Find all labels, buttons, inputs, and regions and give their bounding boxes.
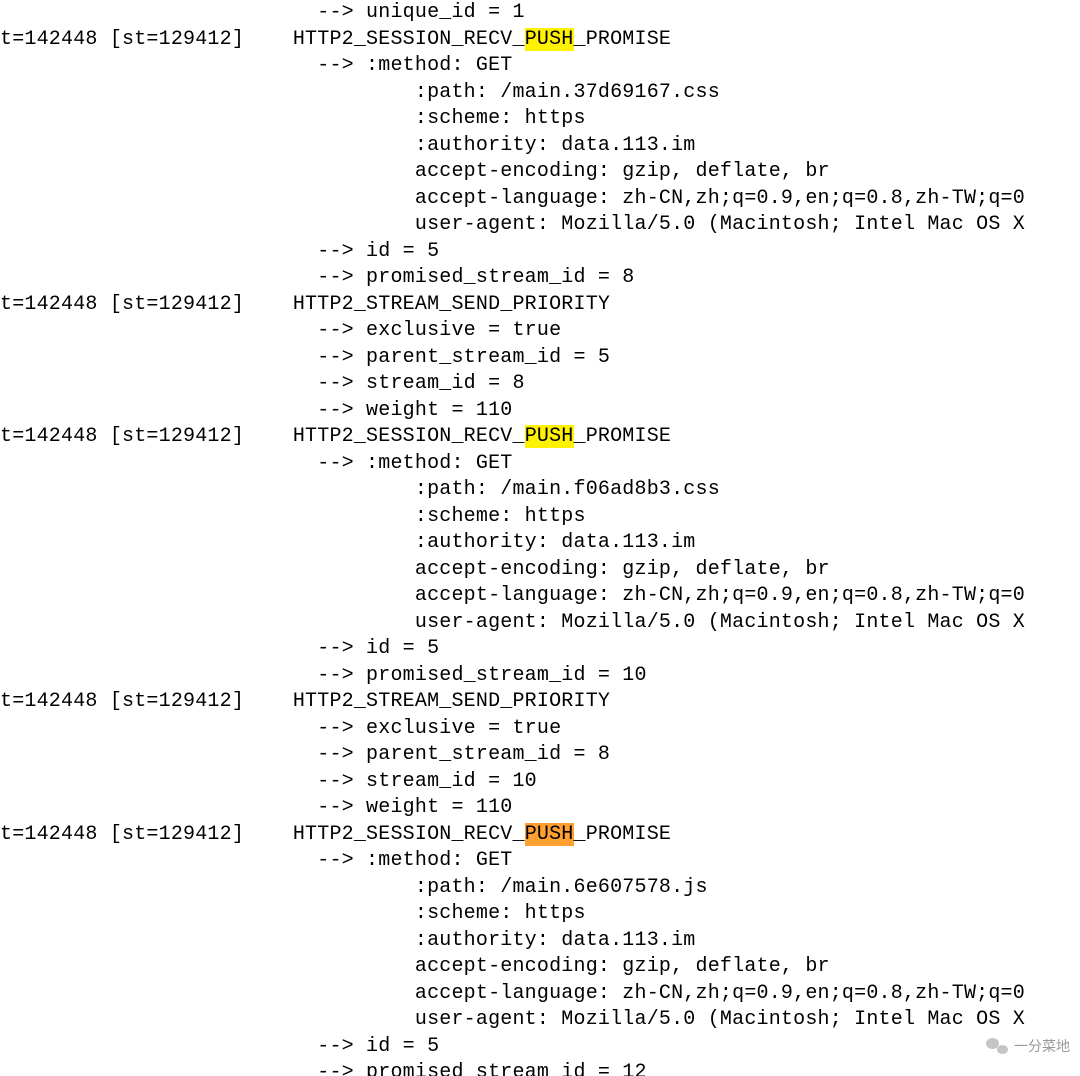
event-title-line: t=142448 [st=129412] HTTP2_SESSION_RECV_… bbox=[0, 424, 1080, 451]
event-detail-line: accept-language: zh-CN,zh;q=0.9,en;q=0.8… bbox=[0, 186, 1080, 213]
event-detail-line: --> exclusive = true bbox=[0, 716, 1080, 743]
watermark-text: 一分菜地 bbox=[1014, 1036, 1070, 1056]
event-detail-line: --> :method: GET bbox=[0, 451, 1080, 478]
event-detail-line: :path: /main.6e607578.js bbox=[0, 875, 1080, 902]
event-detail-line: accept-encoding: gzip, deflate, br bbox=[0, 954, 1080, 981]
event-detail-line: :authority: data.113.im bbox=[0, 133, 1080, 160]
event-detail-line: accept-language: zh-CN,zh;q=0.9,en;q=0.8… bbox=[0, 583, 1080, 610]
event-detail-line: --> promised_stream_id = 12 bbox=[0, 1060, 1080, 1076]
event-detail-line: :authority: data.113.im bbox=[0, 530, 1080, 557]
event-detail-line: accept-encoding: gzip, deflate, br bbox=[0, 557, 1080, 584]
event-detail-line: :path: /main.f06ad8b3.css bbox=[0, 477, 1080, 504]
event-detail-line: --> id = 5 bbox=[0, 636, 1080, 663]
event-detail-line: :authority: data.113.im bbox=[0, 928, 1080, 955]
event-detail-line: --> stream_id = 8 bbox=[0, 371, 1080, 398]
event-detail-line: --> weight = 110 bbox=[0, 795, 1080, 822]
search-highlight: PUSH bbox=[525, 823, 574, 846]
event-detail-line: --> promised_stream_id = 8 bbox=[0, 265, 1080, 292]
event-title-line: t=142448 [st=129412] HTTP2_STREAM_SEND_P… bbox=[0, 292, 1080, 319]
event-detail-line: user-agent: Mozilla/5.0 (Macintosh; Inte… bbox=[0, 610, 1080, 637]
event-detail-line: --> promised_stream_id = 10 bbox=[0, 663, 1080, 690]
event-detail-line: :scheme: https bbox=[0, 504, 1080, 531]
event-detail-line: --> id = 5 bbox=[0, 1034, 1080, 1061]
event-detail-line: user-agent: Mozilla/5.0 (Macintosh; Inte… bbox=[0, 212, 1080, 239]
event-detail-line: --> id = 5 bbox=[0, 239, 1080, 266]
event-detail-line: --> weight = 110 bbox=[0, 398, 1080, 425]
event-detail-line: :scheme: https bbox=[0, 106, 1080, 133]
event-detail-line: --> exclusive = true bbox=[0, 318, 1080, 345]
event-detail-line: :path: /main.37d69167.css bbox=[0, 80, 1080, 107]
event-title-line: t=142448 [st=129412] HTTP2_SESSION_RECV_… bbox=[0, 27, 1080, 54]
wechat-icon bbox=[986, 1037, 1008, 1055]
search-highlight: PUSH bbox=[525, 28, 574, 51]
event-detail-line: --> stream_id = 10 bbox=[0, 769, 1080, 796]
event-detail-line: --> parent_stream_id = 5 bbox=[0, 345, 1080, 372]
event-detail-line: accept-encoding: gzip, deflate, br bbox=[0, 159, 1080, 186]
wechat-watermark: 一分菜地 bbox=[986, 1036, 1070, 1056]
search-highlight: PUSH bbox=[525, 425, 574, 448]
event-detail-line: --> parent_stream_id = 8 bbox=[0, 742, 1080, 769]
event-detail-line: --> :method: GET bbox=[0, 53, 1080, 80]
event-detail-line: --> :method: GET bbox=[0, 848, 1080, 875]
event-detail-line: accept-language: zh-CN,zh;q=0.9,en;q=0.8… bbox=[0, 981, 1080, 1008]
event-detail-line: :scheme: https bbox=[0, 901, 1080, 928]
event-title-line: t=142448 [st=129412] HTTP2_SESSION_RECV_… bbox=[0, 822, 1080, 849]
net-log-output: --> unique_id = 1t=142448 [st=129412] HT… bbox=[0, 0, 1080, 1076]
event-detail-line: user-agent: Mozilla/5.0 (Macintosh; Inte… bbox=[0, 1007, 1080, 1034]
event-title-line: t=142448 [st=129412] HTTP2_STREAM_SEND_P… bbox=[0, 689, 1080, 716]
log-line: --> unique_id = 1 bbox=[0, 0, 1080, 27]
